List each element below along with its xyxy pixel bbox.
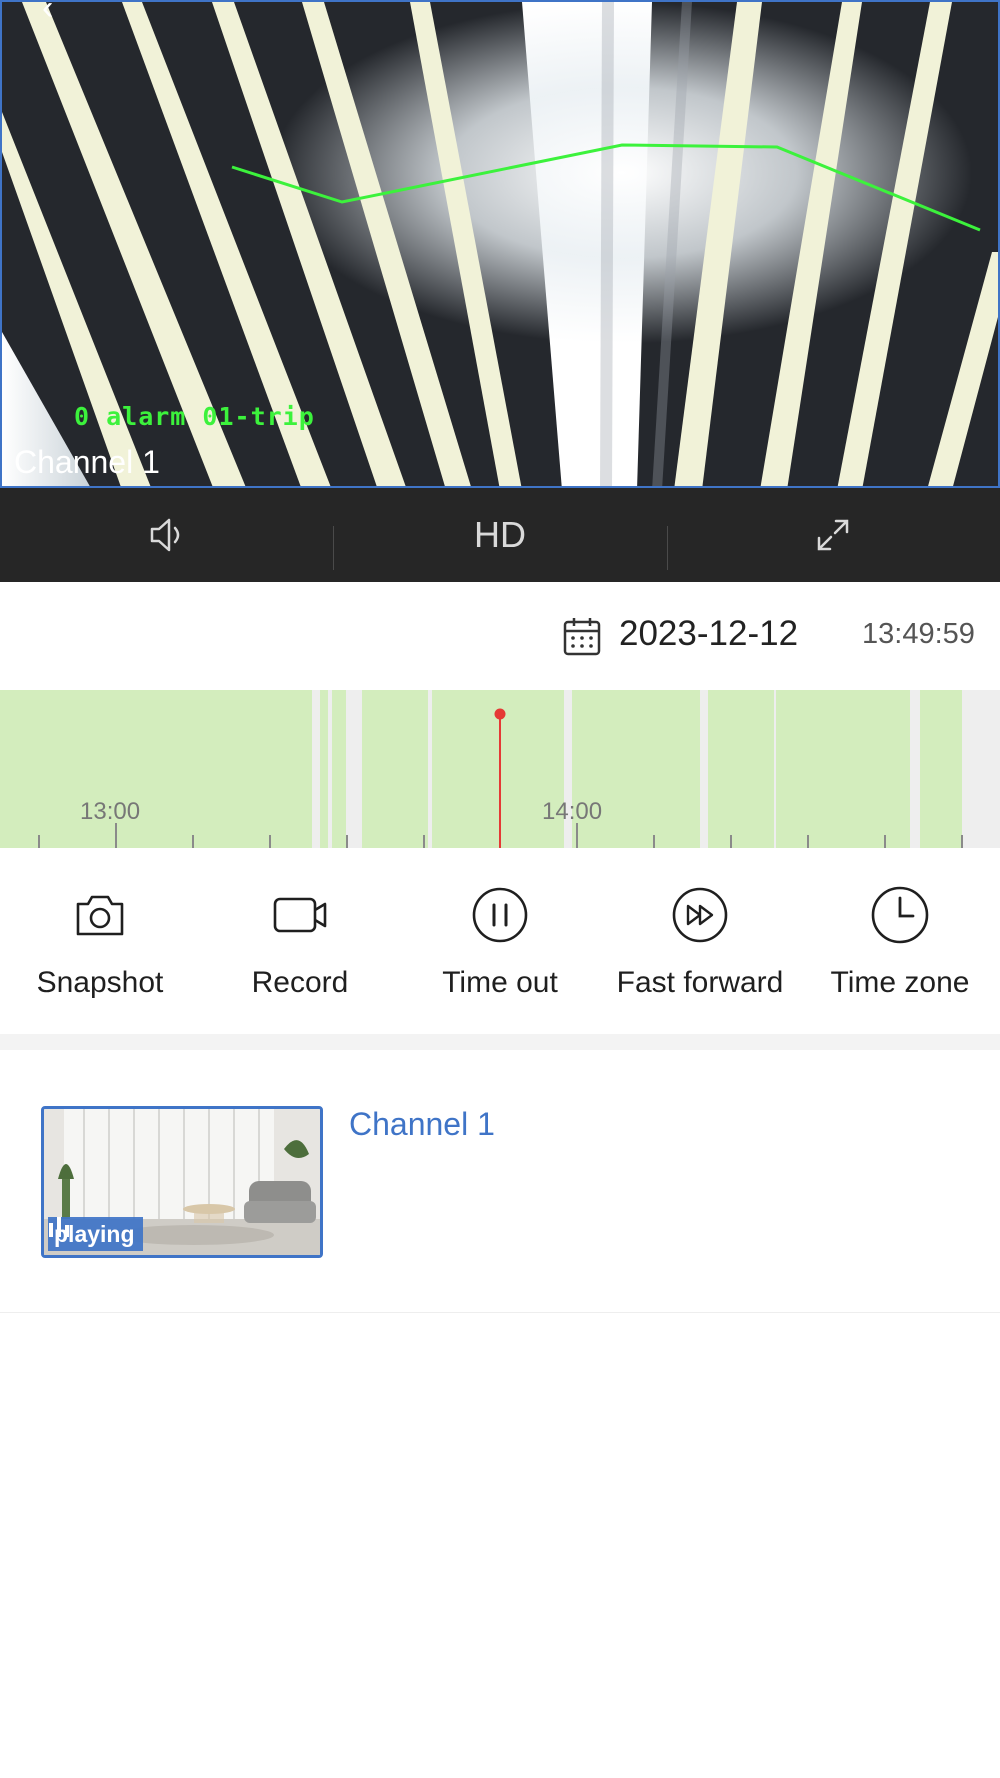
record-label: Record: [251, 966, 349, 999]
clock-icon: [871, 886, 929, 944]
quality-toggle-button[interactable]: HD: [333, 488, 666, 582]
time-zone-label: Time zone: [830, 966, 970, 999]
time-zone-button[interactable]: Time zone: [800, 880, 1000, 1010]
channel-name[interactable]: Channel 1: [349, 1106, 495, 1143]
snapshot-label: Snapshot: [36, 966, 164, 999]
pause-button[interactable]: Time out: [400, 880, 600, 1010]
expand-icon: [818, 519, 849, 551]
osd-channel-label: Channel 1: [14, 444, 160, 480]
timeline-label-1400: 14:00: [542, 798, 603, 825]
timeline-label-1300: 13:00: [80, 798, 141, 825]
playback-actions: Snapshot Record Time out Fast forward Ti…: [0, 880, 1000, 1010]
pause-icon: [472, 887, 528, 943]
fullscreen-button[interactable]: [666, 488, 1000, 582]
record-button[interactable]: Record: [200, 880, 400, 1010]
fast-forward-label: Fast forward: [616, 966, 784, 999]
current-time: 13:49:59: [862, 618, 975, 650]
camera-icon: [76, 895, 124, 936]
timeline-track: [0, 690, 1000, 848]
pause-label: Time out: [442, 966, 558, 999]
fast-forward-icon: [672, 887, 728, 943]
playing-badge: playing: [48, 1217, 143, 1251]
snapshot-button[interactable]: Snapshot: [0, 880, 200, 1010]
sound-toggle-button[interactable]: [0, 488, 333, 582]
channel-list-item[interactable]: playing Channel 1: [0, 1050, 1000, 1312]
equalizer-icon: [49, 1217, 69, 1237]
channel-thumbnail[interactable]: playing: [41, 1106, 323, 1258]
back-icon[interactable]: ‹: [42, 2, 82, 25]
fast-forward-button[interactable]: Fast forward: [600, 880, 800, 1010]
player-control-bar: HD: [0, 488, 1000, 582]
calendar-icon[interactable]: [563, 616, 601, 656]
video-player[interactable]: ‹ 0 alarm 01-trip Channel 1: [0, 0, 1000, 488]
quality-label: HD: [473, 514, 526, 555]
date-time-row: 2023-12-12 13:49:59: [0, 610, 1000, 662]
section-divider: [0, 1034, 1000, 1050]
speaker-icon: [150, 518, 179, 552]
list-divider: [0, 1312, 1000, 1313]
date-picker-value[interactable]: 2023-12-12: [619, 614, 798, 654]
osd-alarm-text: 0 alarm 01-trip: [74, 402, 315, 431]
video-camera-icon: [273, 897, 327, 933]
playback-timeline[interactable]: 13:00 14:00: [0, 690, 1000, 848]
playhead-handle[interactable]: [494, 708, 506, 720]
